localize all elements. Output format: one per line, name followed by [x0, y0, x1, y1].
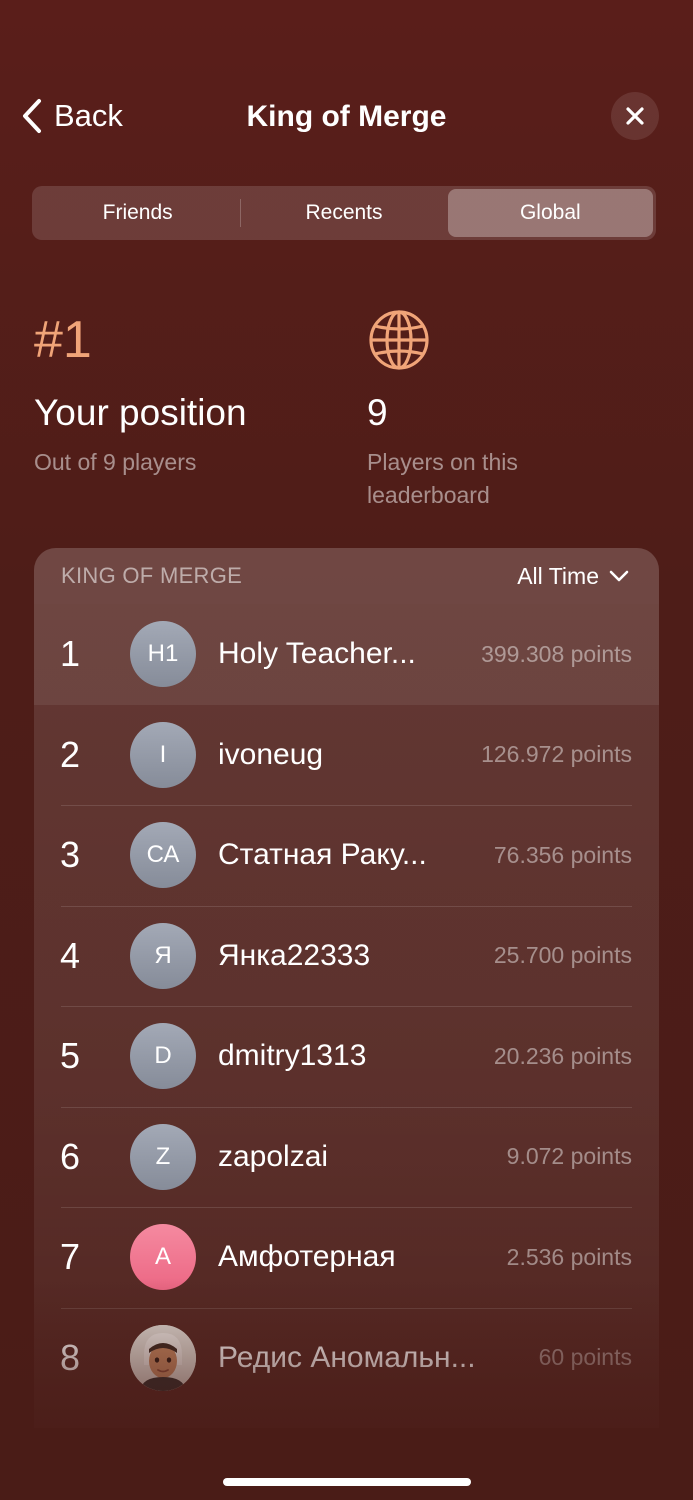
player-name: Статная Раку... [218, 838, 427, 872]
players-count: 9 [367, 392, 388, 433]
player-points: 9.072 points [506, 1143, 632, 1170]
player-name: Holy Teacher... [218, 637, 416, 671]
tab-friends[interactable]: Friends [35, 189, 240, 237]
players-count-stat: 9 Players on this leaderboard [367, 308, 567, 512]
leaderboard-card: KING OF MERGE All Time 1 H1 Holy Teacher… [34, 548, 659, 1428]
player-points: 399.308 points [481, 640, 632, 667]
player-name: ivoneug [218, 737, 324, 771]
page-title: King of Merge [246, 100, 447, 133]
chevron-down-icon [609, 570, 629, 582]
row-rank: 4 [60, 934, 81, 976]
row-rank: 3 [60, 834, 81, 876]
avatar: СА [130, 822, 196, 889]
leaderboard-row[interactable]: 5 D dmitry1313 20.236 points [34, 1006, 659, 1107]
tab-recents[interactable]: Recents [241, 189, 446, 237]
row-rank: 5 [60, 1035, 81, 1077]
row-rank: 6 [60, 1135, 81, 1177]
player-points: 126.972 points [481, 741, 632, 768]
players-count-subtitle: Players on this leaderboard [367, 449, 518, 508]
player-name: Амфотерная [218, 1240, 396, 1274]
scope-segmented-control: Friends Recents Global [32, 186, 656, 240]
leaderboard-row[interactable]: 1 H1 Holy Teacher... 399.308 points [34, 604, 659, 705]
home-indicator[interactable] [223, 1478, 471, 1486]
avatar: H1 [130, 621, 196, 688]
your-rank: #1 [34, 311, 92, 369]
memoji-avatar-image [130, 1324, 196, 1391]
row-rank: 8 [60, 1336, 81, 1378]
leaderboard-row[interactable]: 4 Я Янка22333 25.700 points [34, 905, 659, 1007]
player-name: zapolzai [218, 1139, 329, 1173]
avatar: Z [130, 1123, 196, 1190]
leaderboard-row[interactable]: 2 I ivoneug 126.972 points [34, 705, 659, 806]
time-filter-dropdown[interactable]: All Time [517, 563, 629, 590]
leaderboard-row[interactable]: 8 Редис Аномальн... 60 points [34, 1307, 659, 1409]
leaderboard-row[interactable]: 3 СА Статная Раку... 76.356 points [34, 805, 659, 906]
player-points: 20.236 points [493, 1042, 632, 1069]
your-position-label: Your position [34, 392, 247, 433]
avatar: A [130, 1224, 196, 1291]
your-position-stat: #1 Your position Out of 9 players [34, 308, 247, 479]
row-rank: 7 [60, 1236, 81, 1278]
leaderboard-row[interactable]: 6 Z zapolzai 9.072 points [34, 1106, 659, 1208]
leaderboard-row[interactable]: 7 A Амфотерная 2.536 points [34, 1207, 659, 1308]
close-button[interactable] [611, 92, 659, 140]
tab-global[interactable]: Global [447, 189, 653, 237]
player-points: 25.700 points [493, 942, 632, 969]
row-rank: 1 [60, 633, 81, 675]
row-rank: 2 [60, 733, 81, 775]
navigation-bar: Back King of Merge [0, 88, 693, 148]
avatar: I [130, 721, 196, 788]
time-filter-label: All Time [517, 562, 599, 589]
close-icon [626, 107, 644, 125]
player-name: dmitry1313 [218, 1039, 367, 1073]
avatar: Я [130, 922, 196, 989]
your-position-subtitle: Out of 9 players [34, 449, 197, 475]
leaderboard-title: KING OF MERGE [61, 563, 243, 588]
player-points: 60 points [538, 1344, 632, 1371]
avatar: D [130, 1023, 196, 1090]
leaderboard-header: KING OF MERGE All Time [34, 548, 659, 604]
player-name: Янка22333 [218, 938, 371, 972]
player-name: Редис Аномальн... [218, 1340, 476, 1374]
player-points: 76.356 points [493, 841, 632, 868]
avatar [130, 1324, 196, 1391]
player-points: 2.536 points [506, 1243, 632, 1270]
globe-icon [369, 310, 429, 370]
